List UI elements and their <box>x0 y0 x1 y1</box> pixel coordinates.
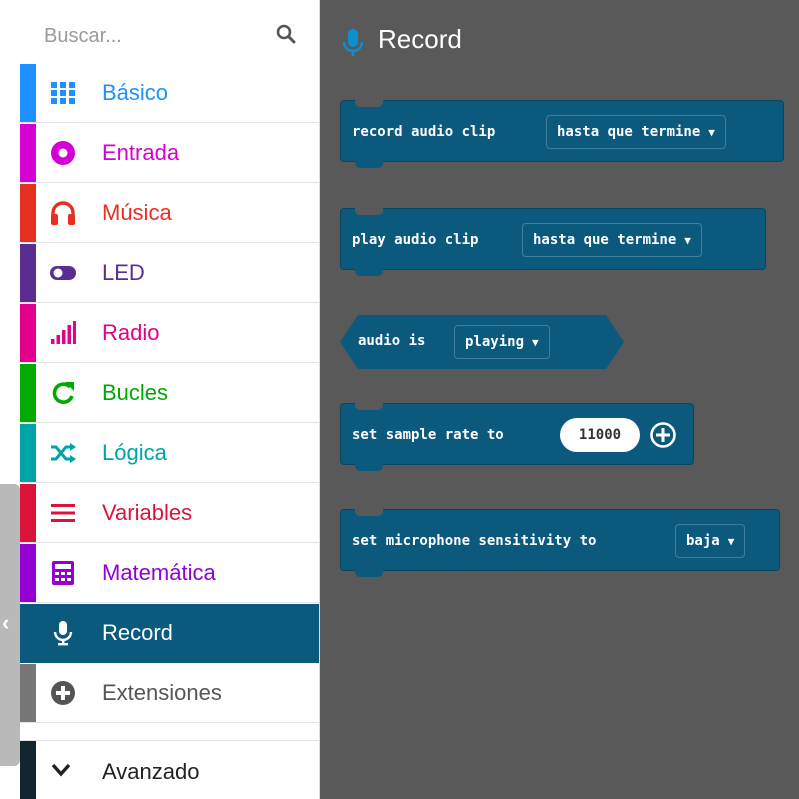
refresh-icon <box>52 382 74 404</box>
dropdown-record-mode[interactable]: hasta que termine ▼ <box>546 115 726 149</box>
blocks-workspace[interactable]: Record record audio clip hasta que termi… <box>320 0 799 799</box>
signal-bars-icon <box>51 321 76 344</box>
category-label: Básico <box>102 80 169 105</box>
category-extensiones[interactable]: Extensiones <box>20 664 319 723</box>
plus-circle-icon <box>51 681 75 705</box>
category-label: Música <box>102 200 172 225</box>
block-notch <box>355 570 383 577</box>
category-label: Extensiones <box>102 680 222 705</box>
headphones-icon <box>51 201 75 225</box>
block-audio-is-playing[interactable]: audio is playing ▼ <box>340 315 624 369</box>
microphone-icon <box>53 621 73 646</box>
category-entrada[interactable]: Entrada <box>20 124 319 183</box>
category-label: Avanzado <box>102 759 200 784</box>
caret-down-icon: ▼ <box>532 336 539 349</box>
block-play-audio-clip[interactable]: play audio clip hasta que termine ▼ <box>340 208 766 276</box>
category-basico[interactable]: Básico <box>20 64 319 123</box>
toggle-icon <box>50 266 76 280</box>
category-label: Radio <box>102 320 160 345</box>
dropdown-value: playing <box>465 334 525 350</box>
block-notch <box>355 208 383 215</box>
category-label: Bucles <box>102 380 169 405</box>
category-color-bar <box>20 604 36 663</box>
block-set-microphone-sensitivity[interactable]: set microphone sensitivity to baja ▼ <box>340 509 780 577</box>
category-color-bar <box>20 244 36 302</box>
category-variables[interactable]: Variables <box>20 484 319 543</box>
category-radio[interactable]: Radio <box>20 304 319 363</box>
chevron-left-icon: ‹ <box>2 610 10 635</box>
block-notch <box>355 269 383 276</box>
category-matematica[interactable]: Matemática <box>20 544 319 603</box>
plus-circle-icon[interactable] <box>649 421 677 449</box>
category-color-bar <box>20 484 36 542</box>
category-label: Lógica <box>102 440 167 465</box>
category-label: Record <box>102 620 173 645</box>
block-notch <box>355 100 383 107</box>
category-label: Matemática <box>102 560 216 585</box>
microphone-icon <box>342 29 364 56</box>
category-label: LED <box>102 260 145 285</box>
block-notch <box>355 403 383 410</box>
block-text: set microphone sensitivity to <box>352 533 597 549</box>
toolbox-search <box>20 0 319 64</box>
category-color-bar <box>20 184 36 242</box>
category-color-bar <box>20 64 36 122</box>
category-color-bar <box>20 664 36 722</box>
block-set-sample-rate[interactable]: set sample rate to 11000 <box>340 403 694 471</box>
search-icon[interactable] <box>276 24 296 44</box>
shuffle-icon <box>51 443 76 463</box>
dropdown-play-mode[interactable]: hasta que termine ▼ <box>522 223 702 257</box>
dropdown-sensitivity[interactable]: baja ▼ <box>675 524 746 558</box>
dropdown-value: baja <box>686 533 720 549</box>
category-label: Entrada <box>102 140 180 165</box>
block-text: set sample rate to <box>352 427 504 443</box>
toolbox-sidebar: Básico Entrada Música LED <box>20 0 320 799</box>
category-color-bar <box>20 364 36 422</box>
flyout-title-text: Record <box>378 24 462 54</box>
caret-down-icon: ▼ <box>684 234 691 247</box>
category-color-bar <box>20 741 36 799</box>
grid-icon <box>51 82 75 104</box>
category-color-bar <box>20 424 36 482</box>
toolbox-collapse-tab[interactable]: ‹ <box>0 484 20 766</box>
block-text: audio is <box>358 333 426 349</box>
category-bucles[interactable]: Bucles <box>20 364 319 423</box>
dropdown-audio-state[interactable]: playing ▼ <box>454 325 550 359</box>
calculator-icon <box>52 561 74 585</box>
category-color-bar <box>20 544 36 602</box>
dropdown-value: hasta que termine <box>557 124 701 140</box>
category-color-bar <box>20 124 36 182</box>
block-text: record audio clip <box>352 124 496 140</box>
search-input[interactable] <box>42 20 266 52</box>
chevron-down-icon <box>51 763 71 777</box>
category-color-bar <box>20 304 36 362</box>
block-text: play audio clip <box>352 232 479 248</box>
list-icon <box>51 504 75 522</box>
block-notch <box>355 161 383 168</box>
block-record-audio-clip[interactable]: record audio clip hasta que termine ▼ <box>340 100 784 168</box>
caret-down-icon: ▼ <box>727 535 735 548</box>
caret-down-icon: ▼ <box>708 126 715 139</box>
category-musica[interactable]: Música <box>20 184 319 243</box>
block-notch <box>355 509 383 516</box>
category-record[interactable]: Record <box>20 604 319 663</box>
category-label: Variables <box>102 500 193 525</box>
category-led[interactable]: LED <box>20 244 319 303</box>
sample-rate-input[interactable]: 11000 <box>560 418 640 452</box>
dropdown-value: hasta que termine <box>533 232 677 248</box>
category-avanzado[interactable]: Avanzado <box>20 740 319 799</box>
category-logica[interactable]: Lógica <box>20 424 319 483</box>
block-notch <box>355 464 383 471</box>
circle-dot-icon <box>51 141 75 165</box>
